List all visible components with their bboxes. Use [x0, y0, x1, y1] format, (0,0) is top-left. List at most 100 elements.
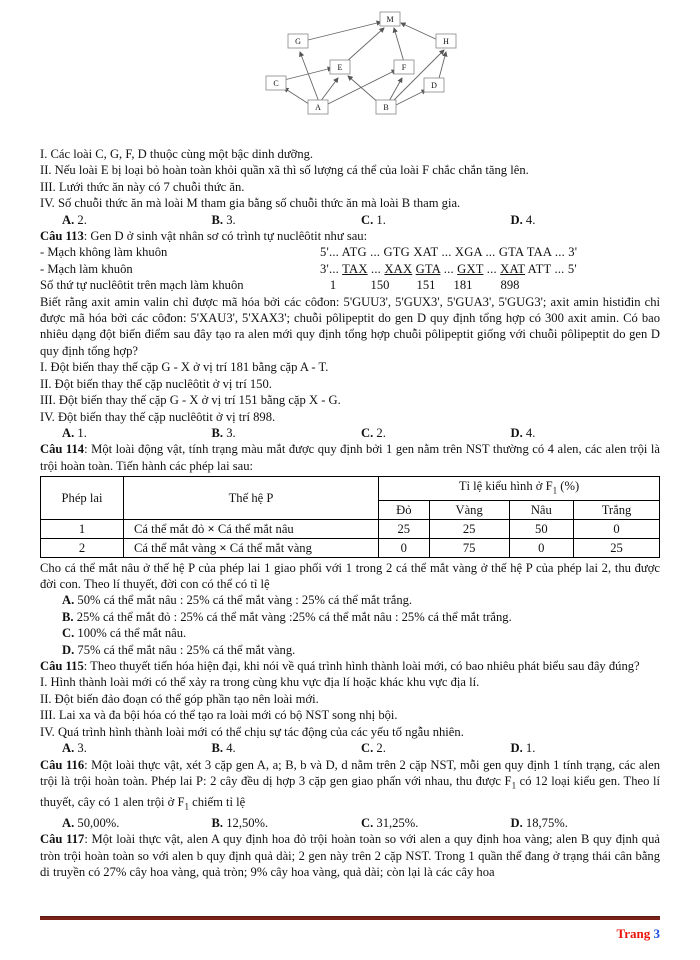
q113-option-c-letter: C.: [361, 425, 374, 440]
q114-stem: : Một loài động vật, tính trạng màu mắt …: [40, 442, 660, 473]
q112-statement-1: I. Các loài C, G, F, D thuộc cùng một bậ…: [40, 147, 314, 161]
header-nau: Nâu: [508, 499, 575, 520]
q115-option-a-text: 3.: [77, 741, 87, 756]
q112-option-c-letter: C.: [361, 212, 374, 227]
q114-option-b-text: 25% cá thể mắt đỏ : 25% cá thể mắt vàng …: [76, 609, 512, 624]
q114-option-c-letter: C.: [62, 626, 75, 641]
q114-option-a[interactable]: A. 50% cá thể mắt nâu : 25% cá thể mắt v…: [40, 592, 660, 608]
q116-option-a[interactable]: A. 50,00%.: [62, 815, 212, 831]
q116-option-d[interactable]: D. 18,75%.: [511, 815, 661, 831]
q113-option-a[interactable]: A. 1.: [62, 425, 212, 441]
node-F-label: F: [402, 63, 407, 72]
seq-part-8: ...: [483, 261, 501, 276]
q112-option-d-letter: D.: [510, 212, 523, 227]
q113-number: Câu 113: [40, 229, 84, 244]
q116-stem-c: chiếm tỉ lệ: [188, 794, 246, 809]
q114-option-c[interactable]: C. 100% cá thể mắt nâu.: [40, 625, 660, 641]
q116-option-c-text: 31,25%.: [376, 815, 419, 830]
q114-option-a-text: 50% cá thể mắt nâu : 25% cá thể mắt vàng…: [77, 593, 413, 608]
q113-stem: : Gen D ở sinh vật nhân sơ có trình tự n…: [83, 229, 368, 244]
q114-option-b[interactable]: B. 25% cá thể mắt đỏ : 25% cá thể mắt và…: [40, 609, 660, 625]
seq-part-1: TAX: [342, 261, 368, 276]
node-C-label: C: [273, 79, 278, 88]
q113-template-sequence: 3'... TAX ... XAX GTA ... GXT ... XAT AT…: [320, 261, 577, 277]
q115-option-c[interactable]: C. 2.: [361, 740, 511, 756]
q113-number-3: 151: [416, 278, 436, 293]
seq-part-5: GTA: [415, 261, 441, 276]
q113-statement-3: III. Đột biến thay thế cặp G - X ở vị tr…: [40, 393, 341, 408]
q116-option-b-text: 12,50%.: [226, 815, 269, 830]
q112-option-a[interactable]: A. 2.: [62, 212, 212, 228]
node-G-label: G: [295, 37, 301, 46]
row-2-parent-2: Cá thể mắt vàng: [229, 540, 312, 555]
q114-number: Câu 114: [40, 442, 85, 457]
q115-option-b[interactable]: B. 4.: [212, 740, 362, 756]
seq-part-7: GXT: [457, 261, 484, 276]
q113-number-1: 1: [329, 278, 337, 293]
q113-numbering-label: Số thứ tự nuclêôtit trên mạch làm khuôn: [40, 278, 244, 293]
q117-stem: : Một loài thực vật, alen A quy định hoa…: [40, 832, 660, 879]
row-2-parents: Cá thể mắt vàng × Cá thể mắt vàng: [123, 537, 379, 558]
node-M-label: M: [386, 15, 393, 24]
q116-option-b[interactable]: B. 12,50%.: [212, 815, 362, 831]
q115-option-c-text: 2.: [376, 741, 386, 756]
q113-number-2: 150: [370, 278, 390, 293]
header-trang: Trắng: [573, 499, 660, 520]
table-header-row-1: Phép lai Thế hệ P Tỉ lệ kiểu hình ở F1 (…: [40, 476, 660, 520]
q115-option-b-letter: B.: [211, 741, 224, 756]
q117-number: Câu 117: [40, 832, 85, 847]
q113-option-c[interactable]: C. 2.: [361, 425, 511, 441]
seq-part-0: 3'...: [320, 261, 343, 276]
q115-option-a-letter: A.: [62, 741, 75, 756]
q113-option-b[interactable]: B. 3.: [212, 425, 362, 441]
row-1-trang: 0: [573, 518, 660, 539]
row-2-cross-symbol: ×: [219, 540, 227, 555]
q116-option-a-text: 50,00%.: [77, 815, 120, 830]
q114-heading: Câu 114: Một loài động vật, tính trạng m…: [40, 441, 660, 474]
q112-statement-4: IV. Số chuỗi thức ăn mà loài M tham gia …: [40, 196, 461, 211]
node-E-label: E: [338, 63, 343, 72]
q115-statement-1: I. Hình thành loài mới có thể xảy ra tro…: [40, 675, 480, 690]
row-1-parent-2: Cá thể mắt nâu: [217, 521, 294, 536]
q112-option-c[interactable]: C. 1.: [361, 212, 511, 228]
q114-option-c-text: 100% cá thể mắt nâu.: [77, 626, 187, 641]
q115-statement-3: III. Lai xa và đa bội hóa có thể tạo ra …: [40, 708, 398, 723]
header-do: Đỏ: [378, 499, 430, 520]
header-ratio-group-tail: (%): [557, 479, 580, 494]
q113-number-4: 181: [453, 278, 473, 293]
seq-part-6: ...: [440, 261, 458, 276]
food-web-diagram: M G H E F C D A B: [262, 10, 462, 120]
header-vang: Vàng: [428, 499, 510, 520]
q115-option-a[interactable]: A. 3.: [62, 740, 212, 756]
q115-stem: : Theo thuyết tiến hóa hiện đại, khi nói…: [83, 659, 640, 674]
q113-nontemplate-row: - Mạch không làm khuôn 5'... ATG ... GTG…: [40, 244, 660, 260]
seq-part-9: XAT: [500, 261, 526, 276]
header-the-he-p: Thế hệ P: [123, 476, 379, 520]
q113-option-d[interactable]: D. 4.: [511, 425, 661, 441]
q115-option-d[interactable]: D. 1.: [511, 740, 661, 756]
q112-option-d[interactable]: D. 4.: [511, 212, 661, 228]
q114-option-d[interactable]: D. 75% cá thể mắt nâu : 25% cá thể mắt v…: [40, 642, 660, 658]
q113-option-a-letter: A.: [62, 425, 75, 440]
seq-part-2: ...: [367, 261, 385, 276]
q112-option-b[interactable]: B. 3.: [212, 212, 362, 228]
q113-option-b-text: 3.: [226, 425, 236, 440]
exam-page: M G H E F C D A B I. Các loài C, G, F, D…: [0, 0, 700, 960]
row-1-cross-symbol: ×: [207, 521, 215, 536]
header-phep-lai: Phép lai: [40, 476, 124, 520]
q116-option-c[interactable]: C. 31,25%.: [361, 815, 511, 831]
q116-option-b-letter: B.: [211, 815, 224, 830]
node-A-label: A: [315, 103, 321, 112]
q112-option-d-text: 4.: [525, 212, 536, 227]
q116-options: A. 50,00%. B. 12,50%. C. 31,25%. D. 18,7…: [40, 815, 660, 831]
q116-option-d-letter: D.: [510, 815, 523, 830]
q114-body: Cho cá thể mắt nâu ở thế hệ P của phép l…: [40, 560, 660, 592]
row-1-nau: 50: [508, 518, 575, 539]
q113-heading: Câu 113: Gen D ở sinh vật nhân sơ có trì…: [40, 228, 660, 244]
q115-heading: Câu 115: Theo thuyết tiến hóa hiện đại, …: [40, 658, 660, 674]
q115-options: A. 3. B. 4. C. 2. D. 1.: [40, 740, 660, 756]
q114-option-d-text: 75% cá thể mắt nâu : 25% cá thể mắt vàng…: [77, 642, 296, 657]
row-1-parent-1: Cá thể mắt đỏ: [134, 521, 205, 536]
node-D-label: D: [431, 81, 437, 90]
row-1-vang: 25: [428, 518, 510, 539]
